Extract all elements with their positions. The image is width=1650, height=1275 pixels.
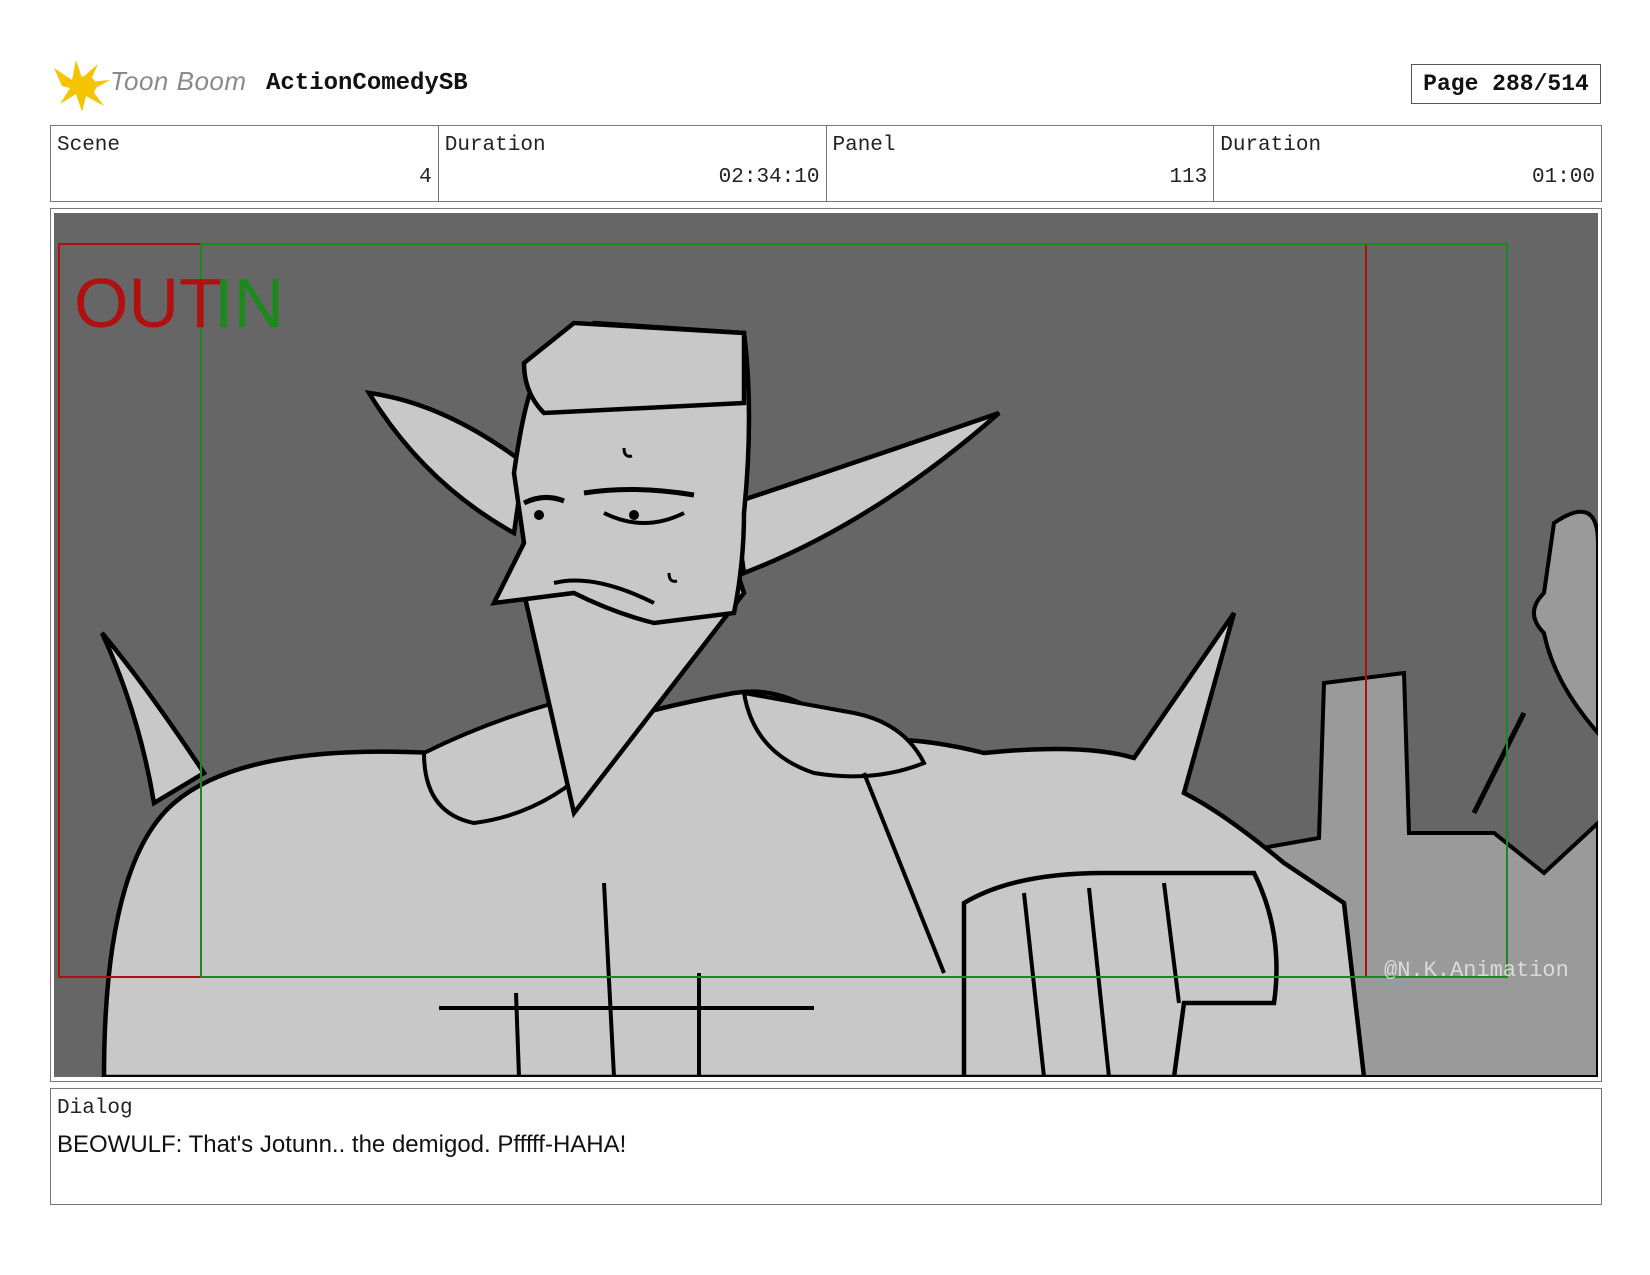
watermark: @N.K.Animation [1384,958,1569,983]
storyboard-sketch [58,243,1598,1077]
right-ear [731,410,1001,577]
scene-cell: Scene 4 [51,126,439,201]
dialog-box: Dialog BEOWULF: That's Jotunn.. the demi… [50,1088,1602,1205]
left-ear [364,390,527,537]
background-head-shape [1532,509,1598,737]
panel-duration-cell: Duration 01:00 [1214,126,1601,201]
toon-boom-logo-icon [54,60,110,112]
project-title: ActionComedySB [266,70,468,97]
out-label: OUT [74,264,222,342]
left-shoulder-spike [99,631,208,807]
scene-duration-label: Duration [444,134,546,157]
scene-duration-cell: Duration 02:34:10 [439,126,827,201]
panel-info-table: Scene 4 Duration 02:34:10 Panel 113 Dura… [50,125,1602,202]
panel-duration-label: Duration [1220,134,1322,157]
brand-name: Toon Boom [110,66,247,96]
scene-label: Scene [57,134,121,157]
scene-value: 4 [419,166,432,189]
panel-cell: Panel 113 [827,126,1215,201]
in-label: IN [214,264,284,342]
dialog-label: Dialog [57,1097,133,1120]
page-indicator: Page 288/514 [1411,64,1601,104]
storyboard-panel-image: OUT IN @N.K.Animation [54,213,1598,1077]
panel-label: Panel [832,134,896,157]
panel-duration-value: 01:00 [1531,166,1595,189]
panel-value: 113 [1169,166,1208,189]
sword-hilt-shape [1471,711,1527,815]
scene-duration-value: 02:34:10 [718,166,820,189]
character-hair [521,320,747,416]
dialog-text: BEOWULF: That's Jotunn.. the demigod. Pf… [57,1131,627,1158]
